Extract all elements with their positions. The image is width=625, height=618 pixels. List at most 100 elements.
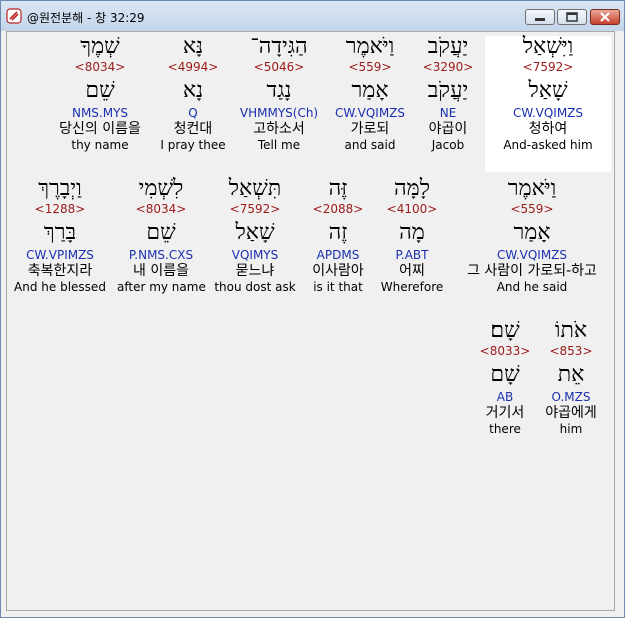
strong-number[interactable]: <559>	[327, 60, 413, 74]
word-cell[interactable]: שָׁם׃ <8033> שָׁם AB 거기서 there	[473, 320, 537, 456]
morph-code: CW.VQIMZS	[512, 106, 584, 120]
word-cell[interactable]: לָמָּה <4100> מָה P.ABT 어찌 Wherefore	[379, 178, 445, 314]
strong-number[interactable]: <2088>	[303, 202, 373, 216]
strong-number[interactable]: <1288>	[9, 202, 111, 216]
morph-code: NE	[439, 106, 457, 120]
word-cell[interactable]: הַגִּידָה־ <5046> נָגַד VHMMYS(Ch) 고하소서 …	[233, 36, 325, 172]
english-gloss: Wherefore	[380, 280, 444, 294]
strong-number[interactable]: <4994>	[157, 60, 229, 74]
morph-code: Q	[188, 106, 198, 120]
hebrew-word: הַגִּידָה־	[250, 34, 308, 59]
strong-number[interactable]: <5046>	[233, 60, 325, 74]
lemma: שָׁם	[490, 362, 520, 387]
english-gloss: him	[559, 422, 583, 436]
english-gloss: And he blessed	[14, 280, 106, 294]
english-gloss: And he said	[496, 280, 568, 294]
lemma: אֵת	[557, 362, 585, 387]
word-cell[interactable]: וַיִּשְׁאַל <7592> שָׁאַל CW.VQIMZS 청하여 …	[485, 36, 611, 172]
maximize-button[interactable]	[557, 9, 587, 25]
hebrew-word: יַעֲקֹב	[427, 34, 469, 59]
korean-gloss: 축복한지라	[27, 263, 93, 279]
korean-gloss: 고하소서	[253, 121, 305, 137]
korean-gloss: 청컨대	[173, 121, 213, 137]
strong-number[interactable]: <3290>	[415, 60, 481, 74]
english-gloss: is it that	[313, 280, 363, 294]
english-gloss: Tell me	[257, 138, 301, 152]
morph-code: VQIMYS	[231, 248, 279, 262]
minimize-icon	[535, 18, 545, 21]
hebrew-word: וַיֹּאמֶר	[345, 34, 395, 59]
korean-gloss: 묻느냐	[235, 263, 275, 279]
korean-gloss: 그 사람이 가로되-하고	[467, 263, 597, 279]
lemma: זֶה	[328, 220, 348, 245]
english-gloss: thou dost ask	[214, 280, 296, 294]
word-cell[interactable]: וַיֹּאמֶר <559> אָמַר CW.VQIMZS 가로되 and …	[327, 36, 413, 172]
korean-gloss: 어찌	[399, 263, 425, 279]
close-icon	[600, 12, 610, 22]
word-cell[interactable]: וַיְבָרֶךְ <1288> בָּרַךְ CW.VPIMZS 축복한지…	[9, 178, 111, 314]
maximize-icon	[566, 12, 578, 22]
hebrew-word: תִּשְׁאַל	[228, 176, 282, 201]
hebrew-word: לָמָּה	[394, 176, 430, 201]
strong-number[interactable]: <4100>	[379, 202, 445, 216]
hebrew-word: נָּא	[182, 34, 204, 59]
word-cell[interactable]: וַיֹּאמֶר <559> אָמַר CW.VQIMZS 그 사람이 가로…	[453, 178, 611, 314]
strong-number[interactable]: <7592>	[211, 202, 299, 216]
korean-gloss: 청하여	[528, 121, 568, 137]
morph-code: AB	[496, 390, 514, 404]
hebrew-word: וַיֹּאמֶר	[507, 176, 557, 201]
strong-number[interactable]: <8033>	[473, 344, 537, 358]
morph-code: NMS.MYS	[71, 106, 129, 120]
word-cell[interactable]: נָּא <4994> נָא Q 청컨대 I pray thee	[157, 36, 229, 172]
word-cell[interactable]: יַעֲקֹב <3290> יַעֲקֹב NE 야곱이 Jacob	[415, 36, 481, 172]
title-bar[interactable]: @원전분해 - 창 32:29	[1, 1, 624, 31]
english-gloss: And-asked him	[503, 138, 593, 152]
word-cell[interactable]: אֹתוֹ <853> אֵת O.MZS 야곱에게 him	[539, 320, 603, 456]
korean-gloss: 내 이름을	[133, 263, 189, 279]
close-button[interactable]	[590, 9, 620, 25]
english-gloss: I pray thee	[160, 138, 226, 152]
morph-code: O.MZS	[551, 390, 591, 404]
lemma: אָמַר	[513, 220, 551, 245]
hebrew-word: זֶּה	[328, 176, 348, 201]
lemma: נָא	[182, 78, 204, 103]
hebrew-word: וַיִּשְׁאַל	[522, 34, 574, 59]
morph-code: CW.VPIMZS	[26, 248, 94, 262]
strong-number[interactable]: <8034>	[47, 60, 153, 74]
lemma: מָה	[399, 220, 425, 245]
strong-number[interactable]: <559>	[453, 202, 611, 216]
english-gloss: and said	[344, 138, 396, 152]
english-gloss: after my name	[117, 280, 206, 294]
app-logo-icon	[6, 8, 22, 24]
app-window: @원전분해 - 창 32:29 וַיִּשְׁאַל <7592> שָׁאַ…	[0, 0, 625, 618]
word-cell[interactable]: לִשְׁמִי <8034> שֵׁם P.NMS.CXS 내 이름을 aft…	[117, 178, 206, 314]
english-gloss: there	[489, 422, 521, 436]
morph-code: VHMMYS(Ch)	[239, 106, 319, 120]
interlinear-panel: וַיִּשְׁאַל <7592> שָׁאַל CW.VQIMZS 청하여 …	[6, 31, 615, 611]
hebrew-word: שָׁם׃	[490, 318, 520, 343]
strong-number[interactable]: <853>	[539, 344, 603, 358]
word-cell[interactable]: תִּשְׁאַל <7592> שָׁאַל VQIMYS 묻느냐 thou …	[211, 178, 299, 314]
lemma: יַעֲקֹב	[427, 78, 469, 103]
korean-gloss: 야곱이	[428, 121, 468, 137]
lemma: שֵׁם	[85, 78, 115, 103]
morph-code: CW.VQIMZS	[334, 106, 406, 120]
word-cell[interactable]: שְׁמֶךָ <8034> שֵׁם NMS.MYS 당신의 이름을 thy …	[47, 36, 153, 172]
morph-code: APDMS	[316, 248, 360, 262]
morph-code: P.ABT	[395, 248, 429, 262]
korean-gloss: 당신의 이름을	[59, 121, 141, 137]
morph-code: CW.VQIMZS	[496, 248, 568, 262]
lemma: שָׁאַל	[235, 220, 275, 245]
strong-number[interactable]: <7592>	[485, 60, 611, 74]
morph-code: P.NMS.CXS	[128, 248, 194, 262]
minimize-button[interactable]	[525, 9, 555, 25]
lemma: שֵׁם	[146, 220, 176, 245]
korean-gloss: 이사람아	[312, 263, 364, 279]
word-cell[interactable]: זֶּה <2088> זֶה APDMS 이사람아 is it that	[303, 178, 373, 314]
english-gloss: thy name	[71, 138, 129, 152]
lemma: בָּרַךְ	[43, 220, 77, 245]
window-title: @원전분해 - 창 32:29	[27, 11, 145, 25]
korean-gloss: 거기서	[485, 405, 525, 421]
strong-number[interactable]: <8034>	[117, 202, 205, 216]
lemma: אָמַר	[351, 78, 389, 103]
